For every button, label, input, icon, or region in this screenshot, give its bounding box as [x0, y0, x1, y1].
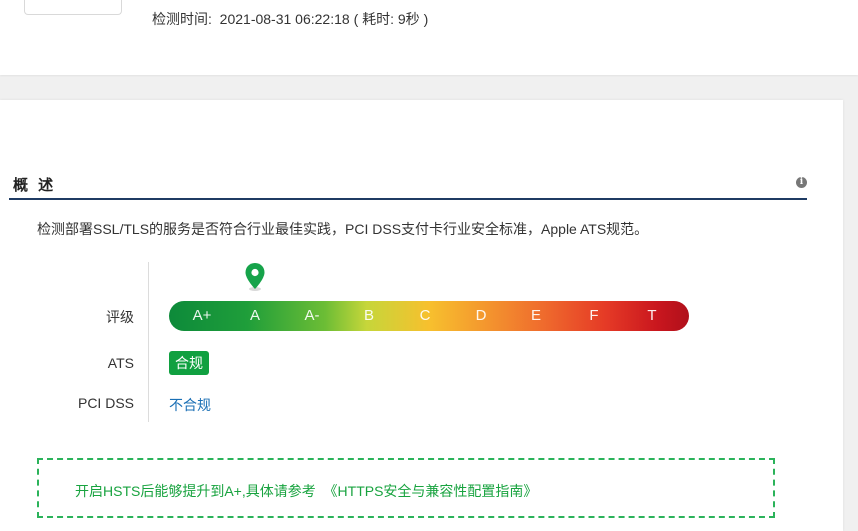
site-thumbnail — [24, 0, 122, 15]
grade-a: A — [249, 307, 260, 324]
section-header: 概 述 i — [9, 170, 807, 200]
grade-e: E — [530, 307, 541, 324]
ats-status-badge: 合规 — [169, 351, 209, 375]
grade-d: D — [475, 307, 487, 324]
section-title: 概 述 — [13, 177, 57, 194]
grade-f: F — [589, 307, 599, 324]
tip-text: 开启HSTS后能够提升到A+,具体请参考 — [75, 483, 316, 499]
grade-b: B — [363, 307, 374, 324]
hsts-tip-box: 开启HSTS后能够提升到A+,具体请参考 《HTTPS安全与兼容性配置指南》 — [37, 458, 775, 518]
summary-card-top: 检测时间: 2021-08-31 06:22:18 ( 耗时: 9秒 ) — [0, 0, 858, 75]
pci-label: PCI DSS — [77, 395, 134, 411]
map-pin-icon — [245, 263, 265, 291]
tip-line: 开启HSTS后能够提升到A+,具体请参考 《HTTPS安全与兼容性配置指南》 — [75, 481, 537, 501]
detect-time-label: 检测时间: — [152, 11, 212, 27]
overview-description: 检测部署SSL/TLS的服务是否符合行业最佳实践，PCI DSS支付卡行业安全标… — [37, 221, 649, 237]
grade-t: T — [647, 307, 657, 324]
grade-a-plus: A+ — [192, 307, 212, 324]
ats-label: ATS — [107, 355, 134, 371]
detect-time-line: 检测时间: 2021-08-31 06:22:18 ( 耗时: 9秒 ) — [152, 9, 428, 29]
grade-c: C — [419, 307, 431, 324]
overview-card: 概 述 i 检测部署SSL/TLS的服务是否符合行业最佳实践，PCI DSS支付… — [0, 100, 843, 531]
grade-a-minus: A- — [304, 307, 320, 324]
detect-time-value: 2021-08-31 06:22:18 — [219, 11, 350, 27]
detect-duration: ( 耗时: 9秒 ) — [353, 11, 429, 27]
info-icon[interactable]: i — [796, 177, 807, 188]
config-guide-link[interactable]: 《HTTPS安全与兼容性配置指南》 — [324, 483, 538, 499]
divider — [148, 262, 149, 422]
grade-scale-bar: A+ A A- B C D E F T — [169, 301, 689, 331]
rating-label: 评级 — [106, 309, 134, 325]
pci-status: 不合规 — [169, 397, 211, 413]
